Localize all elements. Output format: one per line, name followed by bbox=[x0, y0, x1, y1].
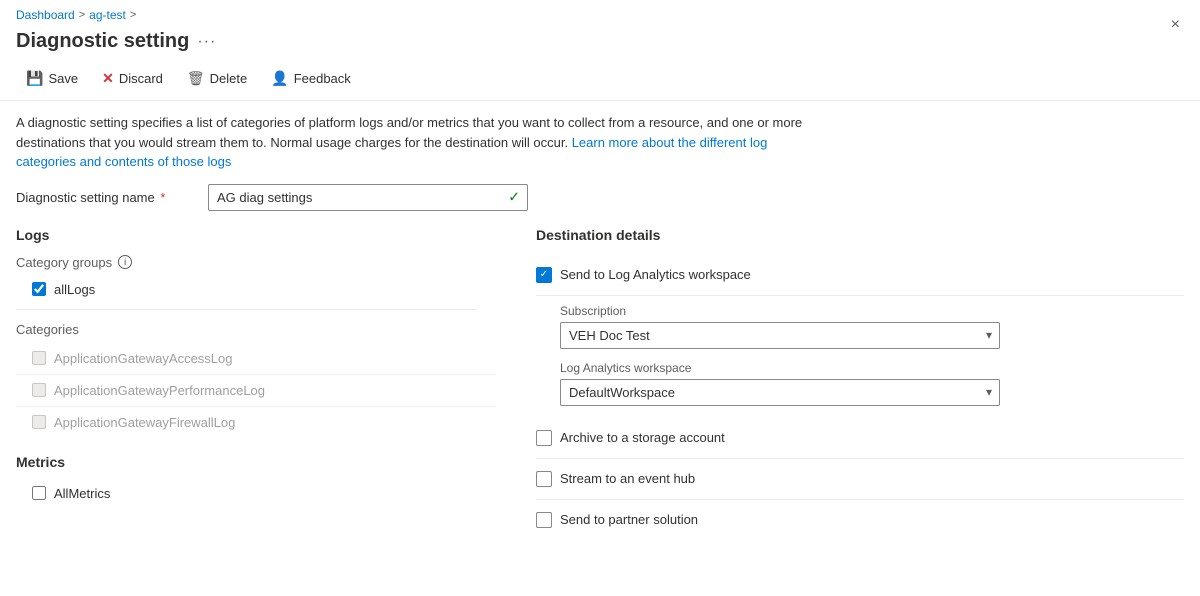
category-checkbox-2 bbox=[32, 415, 46, 429]
destination-details-title: Destination details bbox=[536, 227, 1184, 243]
log-analytics-label: Send to Log Analytics workspace bbox=[560, 267, 751, 282]
subscription-dropdown-wrapper: VEH Doc Test ▾ bbox=[560, 322, 1000, 349]
log-analytics-workspace-dropdown-wrapper: DefaultWorkspace ▾ bbox=[560, 379, 1000, 406]
category-groups-row: Category groups i bbox=[16, 255, 496, 270]
log-analytics-workspace-label: Log Analytics workspace bbox=[560, 361, 1184, 375]
all-logs-item: allLogs bbox=[16, 278, 496, 301]
stream-event-hub-item: Stream to an event hub bbox=[536, 459, 1184, 500]
metrics-title: Metrics bbox=[16, 454, 496, 470]
stream-event-hub-label: Stream to an event hub bbox=[560, 471, 695, 486]
category-item-1: ApplicationGatewayPerformanceLog bbox=[16, 375, 496, 407]
all-logs-checkbox[interactable] bbox=[32, 282, 46, 296]
category-item-2: ApplicationGatewayFirewallLog bbox=[16, 407, 496, 438]
partner-solution-checkbox[interactable] bbox=[536, 512, 552, 528]
categories-label: Categories bbox=[16, 322, 496, 337]
discard-label: Discard bbox=[119, 71, 163, 86]
partner-solution-label: Send to partner solution bbox=[560, 512, 698, 527]
logs-divider bbox=[16, 309, 476, 310]
all-metrics-label: AllMetrics bbox=[54, 486, 110, 501]
subscription-dropdown[interactable]: VEH Doc Test bbox=[560, 322, 1000, 349]
category-label-1: ApplicationGatewayPerformanceLog bbox=[54, 383, 265, 398]
subscription-label: Subscription bbox=[560, 304, 1184, 318]
setting-name-input-wrapper: ✓ bbox=[208, 184, 528, 211]
breadcrumb-sep-1: > bbox=[79, 9, 85, 21]
toolbar: 💾 Save ✕ Discard 🗑 Delete 👤 Feedback bbox=[0, 61, 1200, 101]
discard-button[interactable]: ✕ Discard bbox=[92, 65, 173, 92]
all-metrics-checkbox[interactable] bbox=[32, 486, 46, 500]
save-label: Save bbox=[48, 71, 78, 86]
close-button[interactable]: × bbox=[1167, 12, 1184, 38]
category-groups-label: Category groups bbox=[16, 255, 112, 270]
log-analytics-destination: ✓ Send to Log Analytics workspace Subscr… bbox=[536, 255, 1184, 418]
description: A diagnostic setting specifies a list of… bbox=[0, 101, 830, 180]
stream-event-hub-checkbox[interactable] bbox=[536, 471, 552, 487]
delete-icon: 🗑 bbox=[187, 70, 205, 87]
discard-icon: ✕ bbox=[102, 70, 114, 87]
setting-name-label: Diagnostic setting name * bbox=[16, 190, 196, 205]
setting-name-row: Diagnostic setting name * ✓ bbox=[0, 180, 1200, 223]
right-panel: Destination details ✓ Send to Log Analyt… bbox=[536, 223, 1184, 540]
logs-section: Logs Category groups i allLogs Categorie… bbox=[16, 227, 496, 438]
breadcrumb-sep-2: > bbox=[130, 9, 136, 21]
category-checkbox-0 bbox=[32, 351, 46, 365]
required-indicator: * bbox=[157, 190, 166, 205]
setting-name-input[interactable] bbox=[208, 184, 528, 211]
page-title: Diagnostic setting bbox=[16, 30, 189, 53]
subscription-section: Subscription VEH Doc Test ▾ bbox=[536, 296, 1184, 353]
category-label-0: ApplicationGatewayAccessLog bbox=[54, 351, 233, 366]
feedback-button[interactable]: 👤 Feedback bbox=[261, 65, 361, 92]
log-analytics-checkbox[interactable]: ✓ bbox=[536, 267, 552, 283]
send-to-log-analytics-item: ✓ Send to Log Analytics workspace bbox=[536, 255, 1184, 296]
breadcrumb: Dashboard > ag-test > bbox=[0, 0, 1200, 26]
partner-solution-item: Send to partner solution bbox=[536, 500, 1184, 540]
more-options-icon[interactable]: ··· bbox=[197, 33, 216, 51]
title-bar: Diagnostic setting ··· bbox=[0, 26, 1200, 61]
feedback-label: Feedback bbox=[294, 71, 351, 86]
log-analytics-workspace-dropdown[interactable]: DefaultWorkspace bbox=[560, 379, 1000, 406]
save-button[interactable]: 💾 Save bbox=[16, 65, 88, 92]
save-icon: 💾 bbox=[26, 70, 43, 87]
info-icon[interactable]: i bbox=[118, 255, 132, 269]
all-logs-label: allLogs bbox=[54, 282, 95, 297]
logs-title: Logs bbox=[16, 227, 496, 243]
all-metrics-item: AllMetrics bbox=[16, 482, 496, 505]
archive-storage-checkbox[interactable] bbox=[536, 430, 552, 446]
category-item-0: ApplicationGatewayAccessLog bbox=[16, 343, 496, 375]
feedback-icon: 👤 bbox=[271, 70, 288, 87]
delete-button[interactable]: 🗑 Delete bbox=[177, 65, 257, 92]
left-panel: Logs Category groups i allLogs Categorie… bbox=[16, 223, 496, 540]
delete-label: Delete bbox=[210, 71, 248, 86]
breadcrumb-dashboard[interactable]: Dashboard bbox=[16, 8, 75, 22]
category-checkbox-1 bbox=[32, 383, 46, 397]
archive-storage-item: Archive to a storage account bbox=[536, 418, 1184, 459]
category-label-2: ApplicationGatewayFirewallLog bbox=[54, 415, 235, 430]
breadcrumb-ag-test[interactable]: ag-test bbox=[89, 8, 126, 22]
main-content: Logs Category groups i allLogs Categorie… bbox=[0, 223, 1200, 540]
archive-storage-label: Archive to a storage account bbox=[560, 430, 725, 445]
input-valid-icon: ✓ bbox=[508, 189, 520, 206]
log-analytics-workspace-section: Log Analytics workspace DefaultWorkspace… bbox=[536, 353, 1184, 418]
metrics-section: Metrics AllMetrics bbox=[16, 454, 496, 505]
